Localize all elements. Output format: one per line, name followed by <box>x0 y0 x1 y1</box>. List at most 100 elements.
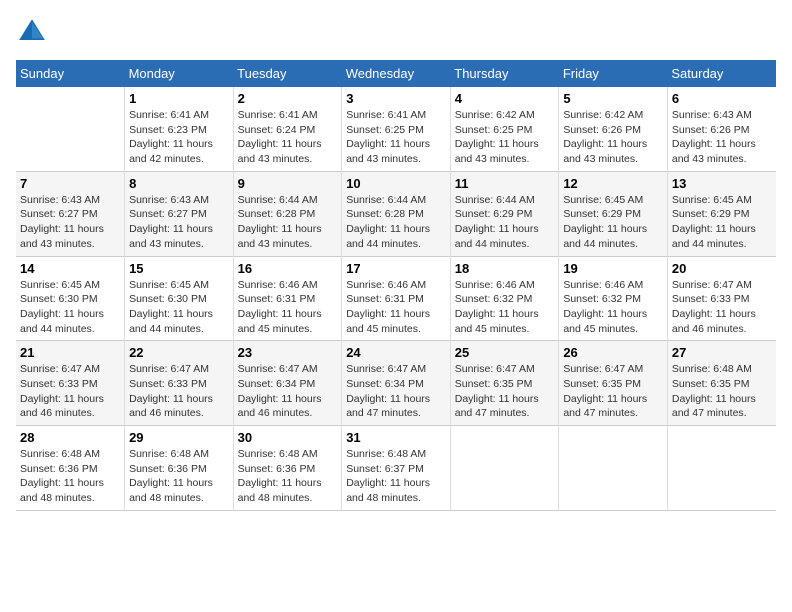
day-number: 2 <box>238 91 338 106</box>
day-info: Sunrise: 6:43 AM Sunset: 6:27 PM Dayligh… <box>20 193 120 252</box>
weekday-header-thursday: Thursday <box>450 60 559 87</box>
calendar-cell: 27 Sunrise: 6:48 AM Sunset: 6:35 PM Dayli… <box>667 341 776 426</box>
day-info: Sunrise: 6:45 AM Sunset: 6:29 PM Dayligh… <box>672 193 772 252</box>
calendar-cell: 12 Sunrise: 6:45 AM Sunset: 6:29 PM Dayli… <box>559 171 668 256</box>
day-info: Sunrise: 6:45 AM Sunset: 6:30 PM Dayligh… <box>129 278 229 337</box>
day-info: Sunrise: 6:45 AM Sunset: 6:29 PM Dayligh… <box>563 193 663 252</box>
day-number: 7 <box>20 176 120 191</box>
day-info: Sunrise: 6:42 AM Sunset: 6:25 PM Dayligh… <box>455 108 555 167</box>
day-number: 14 <box>20 261 120 276</box>
calendar-cell: 30Sunrise: 6:48 AM Sunset: 6:36 PM Dayli… <box>233 426 342 511</box>
calendar-cell: 28 Sunrise: 6:48 AM Sunset: 6:36 PM Dayli… <box>16 426 125 511</box>
calendar-cell: 15 Sunrise: 6:45 AM Sunset: 6:30 PM Dayli… <box>125 256 234 341</box>
calendar-cell: 24Sunrise: 6:47 AM Sunset: 6:34 PM Dayli… <box>342 341 451 426</box>
day-number: 26 <box>563 345 663 360</box>
day-info: Sunrise: 6:48 AM Sunset: 6:36 PM Dayligh… <box>129 447 229 506</box>
day-info: Sunrise: 6:41 AM Sunset: 6:24 PM Dayligh… <box>238 108 338 167</box>
weekday-header-friday: Friday <box>559 60 668 87</box>
weekday-header-monday: Monday <box>125 60 234 87</box>
day-info: Sunrise: 6:48 AM Sunset: 6:36 PM Dayligh… <box>20 447 120 506</box>
day-number: 8 <box>129 176 229 191</box>
day-number: 28 <box>20 430 120 445</box>
calendar-cell: 21 Sunrise: 6:47 AM Sunset: 6:33 PM Dayli… <box>16 341 125 426</box>
calendar-cell <box>559 426 668 511</box>
calendar-week-1: 7 Sunrise: 6:43 AM Sunset: 6:27 PM Daylig… <box>16 171 776 256</box>
day-number: 5 <box>563 91 663 106</box>
weekday-header-sunday: Sunday <box>16 60 125 87</box>
day-info: Sunrise: 6:48 AM Sunset: 6:35 PM Dayligh… <box>672 362 772 421</box>
day-number: 12 <box>563 176 663 191</box>
calendar-cell: 14 Sunrise: 6:45 AM Sunset: 6:30 PM Dayli… <box>16 256 125 341</box>
calendar-cell: 18 Sunrise: 6:46 AM Sunset: 6:32 PM Dayli… <box>450 256 559 341</box>
day-info: Sunrise: 6:44 AM Sunset: 6:28 PM Dayligh… <box>346 193 446 252</box>
day-info: Sunrise: 6:45 AM Sunset: 6:30 PM Dayligh… <box>20 278 120 337</box>
calendar-cell: 11 Sunrise: 6:44 AM Sunset: 6:29 PM Dayli… <box>450 171 559 256</box>
calendar-cell: 10 Sunrise: 6:44 AM Sunset: 6:28 PM Dayli… <box>342 171 451 256</box>
day-info: Sunrise: 6:48 AM Sunset: 6:37 PM Dayligh… <box>346 447 446 506</box>
calendar-cell: 23Sunrise: 6:47 AM Sunset: 6:34 PM Dayli… <box>233 341 342 426</box>
day-number: 20 <box>672 261 772 276</box>
calendar-cell <box>450 426 559 511</box>
day-number: 3 <box>346 91 446 106</box>
calendar-cell <box>667 426 776 511</box>
calendar-cell: 1 Sunrise: 6:41 AM Sunset: 6:23 PM Daylig… <box>125 87 234 171</box>
day-info: Sunrise: 6:47 AM Sunset: 6:33 PM Dayligh… <box>672 278 772 337</box>
day-number: 15 <box>129 261 229 276</box>
calendar-cell: 25Sunrise: 6:47 AM Sunset: 6:35 PM Dayli… <box>450 341 559 426</box>
day-number: 9 <box>238 176 338 191</box>
day-number: 29 <box>129 430 229 445</box>
day-number: 17 <box>346 261 446 276</box>
calendar-week-2: 14 Sunrise: 6:45 AM Sunset: 6:30 PM Dayli… <box>16 256 776 341</box>
calendar-cell: 2 Sunrise: 6:41 AM Sunset: 6:24 PM Daylig… <box>233 87 342 171</box>
calendar-cell: 16 Sunrise: 6:46 AM Sunset: 6:31 PM Dayli… <box>233 256 342 341</box>
day-info: Sunrise: 6:44 AM Sunset: 6:28 PM Dayligh… <box>238 193 338 252</box>
day-info: Sunrise: 6:46 AM Sunset: 6:32 PM Dayligh… <box>563 278 663 337</box>
day-info: Sunrise: 6:43 AM Sunset: 6:26 PM Dayligh… <box>672 108 772 167</box>
day-number: 30 <box>238 430 338 445</box>
day-number: 27 <box>672 345 772 360</box>
day-info: Sunrise: 6:46 AM Sunset: 6:31 PM Dayligh… <box>238 278 338 337</box>
calendar-cell: 20 Sunrise: 6:47 AM Sunset: 6:33 PM Dayli… <box>667 256 776 341</box>
day-number: 11 <box>455 176 555 191</box>
calendar-week-4: 28 Sunrise: 6:48 AM Sunset: 6:36 PM Dayli… <box>16 426 776 511</box>
day-info: Sunrise: 6:46 AM Sunset: 6:32 PM Dayligh… <box>455 278 555 337</box>
day-info: Sunrise: 6:43 AM Sunset: 6:27 PM Dayligh… <box>129 193 229 252</box>
calendar-cell: 29 Sunrise: 6:48 AM Sunset: 6:36 PM Dayli… <box>125 426 234 511</box>
day-number: 4 <box>455 91 555 106</box>
calendar-cell: 4 Sunrise: 6:42 AM Sunset: 6:25 PM Daylig… <box>450 87 559 171</box>
day-info: Sunrise: 6:47 AM Sunset: 6:35 PM Dayligh… <box>563 362 663 421</box>
day-info: Sunrise: 6:47 AM Sunset: 6:34 PM Dayligh… <box>238 362 338 421</box>
calendar-cell: 7 Sunrise: 6:43 AM Sunset: 6:27 PM Daylig… <box>16 171 125 256</box>
day-number: 1 <box>129 91 229 106</box>
day-number: 13 <box>672 176 772 191</box>
logo-icon <box>16 16 48 48</box>
logo <box>16 16 52 48</box>
day-info: Sunrise: 6:44 AM Sunset: 6:29 PM Dayligh… <box>455 193 555 252</box>
day-info: Sunrise: 6:47 AM Sunset: 6:33 PM Dayligh… <box>129 362 229 421</box>
day-number: 31 <box>346 430 446 445</box>
calendar-table: SundayMondayTuesdayWednesdayThursdayFrid… <box>16 60 776 511</box>
day-info: Sunrise: 6:41 AM Sunset: 6:23 PM Dayligh… <box>129 108 229 167</box>
day-info: Sunrise: 6:47 AM Sunset: 6:35 PM Dayligh… <box>455 362 555 421</box>
day-number: 6 <box>672 91 772 106</box>
day-number: 10 <box>346 176 446 191</box>
day-number: 22 <box>129 345 229 360</box>
day-number: 21 <box>20 345 120 360</box>
calendar-cell: 19Sunrise: 6:46 AM Sunset: 6:32 PM Dayli… <box>559 256 668 341</box>
day-number: 16 <box>238 261 338 276</box>
day-info: Sunrise: 6:46 AM Sunset: 6:31 PM Dayligh… <box>346 278 446 337</box>
day-number: 18 <box>455 261 555 276</box>
weekday-header-tuesday: Tuesday <box>233 60 342 87</box>
page-header <box>16 16 776 48</box>
weekday-header-saturday: Saturday <box>667 60 776 87</box>
calendar-cell: 22 Sunrise: 6:47 AM Sunset: 6:33 PM Dayli… <box>125 341 234 426</box>
day-info: Sunrise: 6:47 AM Sunset: 6:33 PM Dayligh… <box>20 362 120 421</box>
day-info: Sunrise: 6:42 AM Sunset: 6:26 PM Dayligh… <box>563 108 663 167</box>
calendar-cell: 6 Sunrise: 6:43 AM Sunset: 6:26 PM Daylig… <box>667 87 776 171</box>
calendar-cell: 26 Sunrise: 6:47 AM Sunset: 6:35 PM Dayli… <box>559 341 668 426</box>
calendar-cell: 31 Sunrise: 6:48 AM Sunset: 6:37 PM Dayli… <box>342 426 451 511</box>
calendar-header: SundayMondayTuesdayWednesdayThursdayFrid… <box>16 60 776 87</box>
calendar-cell: 5 Sunrise: 6:42 AM Sunset: 6:26 PM Daylig… <box>559 87 668 171</box>
calendar-week-3: 21 Sunrise: 6:47 AM Sunset: 6:33 PM Dayli… <box>16 341 776 426</box>
calendar-cell: 9 Sunrise: 6:44 AM Sunset: 6:28 PM Daylig… <box>233 171 342 256</box>
